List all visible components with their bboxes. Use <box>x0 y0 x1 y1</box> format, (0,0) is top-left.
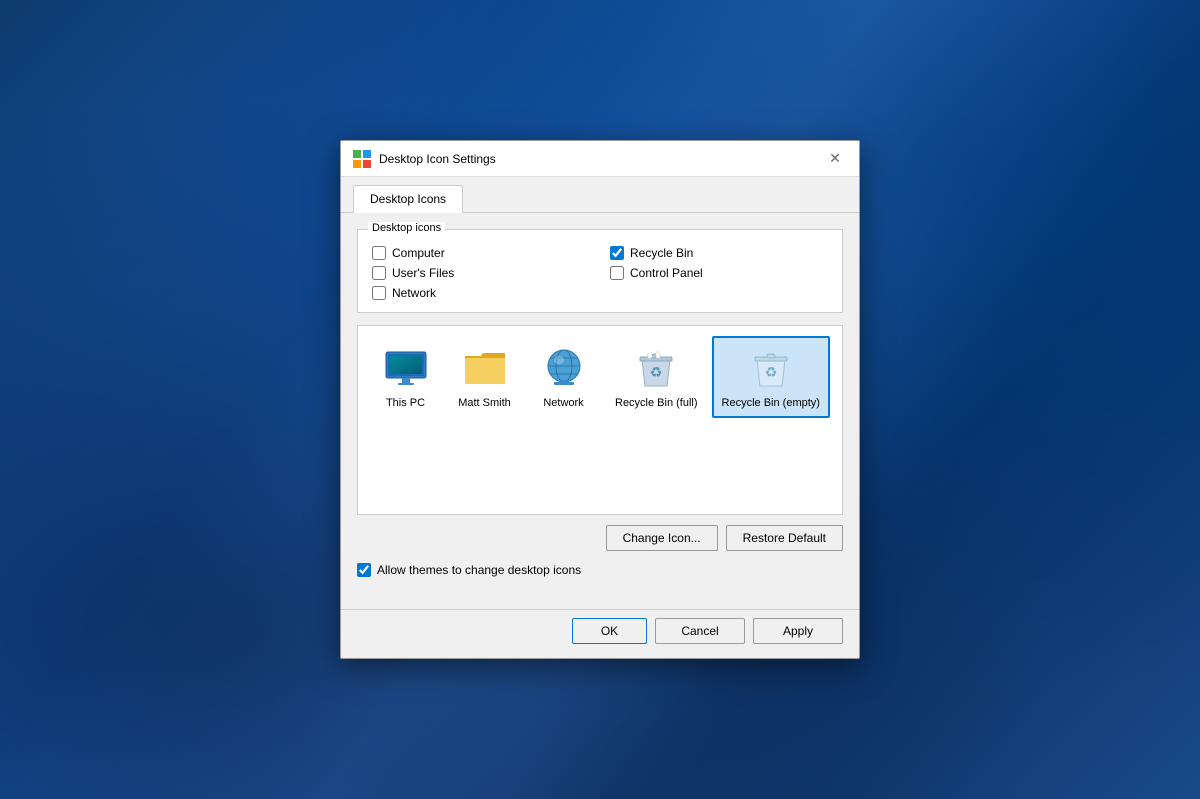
checkbox-control-panel[interactable]: Control Panel <box>610 266 828 280</box>
icon-picker: This PC Matt Smith <box>357 325 843 515</box>
matt-smith-icon <box>461 344 509 392</box>
icon-matt-smith[interactable]: Matt Smith <box>447 336 522 418</box>
icon-this-pc[interactable]: This PC <box>368 336 443 418</box>
checkbox-users-files-label: User's Files <box>392 266 454 280</box>
dialog-title: Desktop Icon Settings <box>379 152 823 166</box>
desktop-icon-settings-dialog: Desktop Icon Settings ✕ Desktop Icons De… <box>340 140 860 659</box>
tab-bar: Desktop Icons <box>341 177 859 213</box>
svg-text:♻: ♻ <box>764 364 777 380</box>
checkboxes-grid: Computer Recycle Bin User's Files Contro… <box>372 246 828 300</box>
ok-button[interactable]: OK <box>572 618 647 644</box>
tab-desktop-icons[interactable]: Desktop Icons <box>353 185 463 213</box>
icon-recycle-empty[interactable]: ♻ Recycle Bin (empty) <box>712 336 830 418</box>
icon-network[interactable]: Network <box>526 336 601 418</box>
bottom-buttons: OK Cancel Apply <box>341 609 859 658</box>
this-pc-icon <box>382 344 430 392</box>
checkbox-network-label: Network <box>392 286 436 300</box>
change-icon-button[interactable]: Change Icon... <box>606 525 718 551</box>
network-icon <box>540 344 588 392</box>
icon-recycle-full-label: Recycle Bin (full) <box>615 396 698 410</box>
restore-default-button[interactable]: Restore Default <box>726 525 843 551</box>
icon-recycle-full[interactable]: ♻ Recycle Bin (full) <box>605 336 708 418</box>
dialog-content: Desktop icons Computer Recycle Bin User'… <box>341 213 859 609</box>
icon-recycle-empty-label: Recycle Bin (empty) <box>722 396 820 410</box>
settings-icon <box>353 150 371 168</box>
checkbox-recycle-bin-input[interactable] <box>610 246 624 260</box>
svg-text:♻: ♻ <box>650 364 663 380</box>
checkbox-users-files-input[interactable] <box>372 266 386 280</box>
desktop-icons-group: Desktop icons Computer Recycle Bin User'… <box>357 229 843 313</box>
checkbox-computer[interactable]: Computer <box>372 246 590 260</box>
icon-network-label: Network <box>543 396 583 410</box>
checkbox-network[interactable]: Network <box>372 286 590 300</box>
icon-action-buttons: Change Icon... Restore Default <box>357 525 843 551</box>
icon-matt-smith-label: Matt Smith <box>458 396 511 410</box>
themes-checkbox-label: Allow themes to change desktop icons <box>377 563 581 577</box>
apply-button[interactable]: Apply <box>753 618 843 644</box>
recycle-bin-full-icon: ♻ <box>632 344 680 392</box>
themes-checkbox-input[interactable] <box>357 563 371 577</box>
checkbox-control-panel-input[interactable] <box>610 266 624 280</box>
checkbox-recycle-bin-label: Recycle Bin <box>630 246 693 260</box>
recycle-bin-empty-icon: ♻ <box>747 344 795 392</box>
themes-checkbox[interactable]: Allow themes to change desktop icons <box>357 563 843 577</box>
checkbox-computer-label: Computer <box>392 246 445 260</box>
close-button[interactable]: ✕ <box>823 147 847 171</box>
title-bar: Desktop Icon Settings ✕ <box>341 141 859 177</box>
group-box-label: Desktop icons <box>368 222 445 234</box>
cancel-button[interactable]: Cancel <box>655 618 745 644</box>
checkbox-network-input[interactable] <box>372 286 386 300</box>
checkbox-recycle-bin[interactable]: Recycle Bin <box>610 246 828 260</box>
icon-this-pc-label: This PC <box>386 396 425 410</box>
checkbox-users-files[interactable]: User's Files <box>372 266 590 280</box>
checkbox-control-panel-label: Control Panel <box>630 266 703 280</box>
checkbox-computer-input[interactable] <box>372 246 386 260</box>
